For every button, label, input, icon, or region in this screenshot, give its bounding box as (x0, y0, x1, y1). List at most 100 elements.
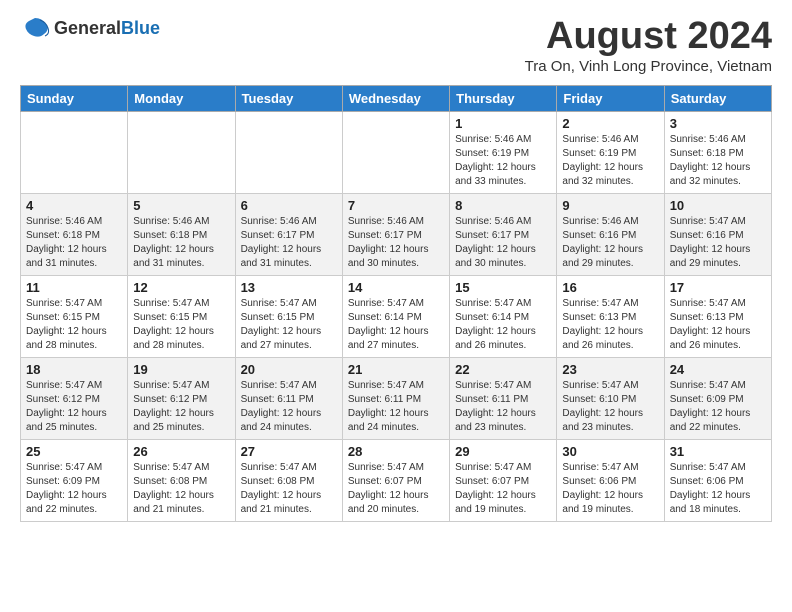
day-info: Sunrise: 5:47 AM Sunset: 6:11 PM Dayligh… (241, 379, 337, 435)
day-info: Sunrise: 5:47 AM Sunset: 6:14 PM Dayligh… (455, 297, 551, 353)
logo: GeneralBlue (20, 16, 160, 40)
day-info: Sunrise: 5:46 AM Sunset: 6:17 PM Dayligh… (241, 215, 337, 271)
day-cell: 18Sunrise: 5:47 AM Sunset: 6:12 PM Dayli… (21, 357, 128, 439)
day-cell: 4 Sunrise: 5:46 AM Sunset: 6:18 PM Daylig… (21, 193, 128, 275)
day-info: Sunrise: 5:47 AM Sunset: 6:15 PM Dayligh… (241, 297, 337, 353)
day-info: Sunrise: 5:46 AM Sunset: 6:16 PM Dayligh… (562, 215, 658, 271)
day-info: Sunrise: 5:46 AM Sunset: 6:18 PM Dayligh… (26, 215, 122, 271)
day-cell (235, 111, 342, 193)
day-info: Sunrise: 5:47 AM Sunset: 6:13 PM Dayligh… (562, 297, 658, 353)
day-number: 22 (455, 362, 551, 377)
day-cell: 3 Sunrise: 5:46 AM Sunset: 6:18 PM Daylig… (664, 111, 771, 193)
day-number: 6 (241, 198, 337, 213)
day-number: 27 (241, 444, 337, 459)
day-number: 8 (455, 198, 551, 213)
week-row-4: 18Sunrise: 5:47 AM Sunset: 6:12 PM Dayli… (21, 357, 772, 439)
col-wednesday: Wednesday (342, 85, 449, 111)
day-number: 2 (562, 116, 658, 131)
day-cell: 19Sunrise: 5:47 AM Sunset: 6:12 PM Dayli… (128, 357, 235, 439)
day-number: 23 (562, 362, 658, 377)
day-number: 25 (26, 444, 122, 459)
day-number: 21 (348, 362, 444, 377)
day-info: Sunrise: 5:46 AM Sunset: 6:18 PM Dayligh… (133, 215, 229, 271)
day-info: Sunrise: 5:47 AM Sunset: 6:07 PM Dayligh… (348, 461, 444, 517)
day-info: Sunrise: 5:47 AM Sunset: 6:06 PM Dayligh… (562, 461, 658, 517)
day-number: 20 (241, 362, 337, 377)
col-saturday: Saturday (664, 85, 771, 111)
day-cell: 15 Sunrise: 5:47 AM Sunset: 6:14 PM Dayli… (450, 275, 557, 357)
day-info: Sunrise: 5:46 AM Sunset: 6:17 PM Dayligh… (455, 215, 551, 271)
day-cell: 30 Sunrise: 5:47 AM Sunset: 6:06 PM Dayli… (557, 439, 664, 521)
day-info: Sunrise: 5:47 AM Sunset: 6:15 PM Dayligh… (133, 297, 229, 353)
day-number: 11 (26, 280, 122, 295)
day-info: Sunrise: 5:47 AM Sunset: 6:11 PM Dayligh… (455, 379, 551, 435)
col-friday: Friday (557, 85, 664, 111)
day-number: 26 (133, 444, 229, 459)
col-thursday: Thursday (450, 85, 557, 111)
day-cell: 31Sunrise: 5:47 AM Sunset: 6:06 PM Dayli… (664, 439, 771, 521)
week-row-2: 4 Sunrise: 5:46 AM Sunset: 6:18 PM Daylig… (21, 193, 772, 275)
day-info: Sunrise: 5:47 AM Sunset: 6:14 PM Dayligh… (348, 297, 444, 353)
calendar-header-row: Sunday Monday Tuesday Wednesday Thursday… (21, 85, 772, 111)
day-cell: 9Sunrise: 5:46 AM Sunset: 6:16 PM Daylig… (557, 193, 664, 275)
day-info: Sunrise: 5:47 AM Sunset: 6:15 PM Dayligh… (26, 297, 122, 353)
day-cell: 27Sunrise: 5:47 AM Sunset: 6:08 PM Dayli… (235, 439, 342, 521)
day-cell: 28 Sunrise: 5:47 AM Sunset: 6:07 PM Dayli… (342, 439, 449, 521)
logo-text: GeneralBlue (54, 18, 160, 39)
day-number: 14 (348, 280, 444, 295)
day-number: 17 (670, 280, 766, 295)
day-number: 12 (133, 280, 229, 295)
week-row-3: 11 Sunrise: 5:47 AM Sunset: 6:15 PM Dayli… (21, 275, 772, 357)
day-cell: 25 Sunrise: 5:47 AM Sunset: 6:09 PM Dayli… (21, 439, 128, 521)
day-cell: 6 Sunrise: 5:46 AM Sunset: 6:17 PM Daylig… (235, 193, 342, 275)
day-info: Sunrise: 5:47 AM Sunset: 6:12 PM Dayligh… (133, 379, 229, 435)
day-cell: 5Sunrise: 5:46 AM Sunset: 6:18 PM Daylig… (128, 193, 235, 275)
day-number: 15 (455, 280, 551, 295)
day-cell: 14 Sunrise: 5:47 AM Sunset: 6:14 PM Dayli… (342, 275, 449, 357)
day-info: Sunrise: 5:46 AM Sunset: 6:19 PM Dayligh… (562, 133, 658, 189)
day-number: 4 (26, 198, 122, 213)
day-cell: 24 Sunrise: 5:47 AM Sunset: 6:09 PM Dayli… (664, 357, 771, 439)
logo-icon (20, 16, 50, 40)
day-info: Sunrise: 5:47 AM Sunset: 6:08 PM Dayligh… (133, 461, 229, 517)
day-number: 7 (348, 198, 444, 213)
day-cell: 26 Sunrise: 5:47 AM Sunset: 6:08 PM Dayli… (128, 439, 235, 521)
day-cell: 21Sunrise: 5:47 AM Sunset: 6:11 PM Dayli… (342, 357, 449, 439)
day-number: 30 (562, 444, 658, 459)
day-cell: 23 Sunrise: 5:47 AM Sunset: 6:10 PM Dayli… (557, 357, 664, 439)
day-cell: 29 Sunrise: 5:47 AM Sunset: 6:07 PM Dayli… (450, 439, 557, 521)
day-info: Sunrise: 5:46 AM Sunset: 6:18 PM Dayligh… (670, 133, 766, 189)
day-info: Sunrise: 5:47 AM Sunset: 6:13 PM Dayligh… (670, 297, 766, 353)
day-info: Sunrise: 5:47 AM Sunset: 6:07 PM Dayligh… (455, 461, 551, 517)
day-cell: 1 Sunrise: 5:46 AM Sunset: 6:19 PM Daylig… (450, 111, 557, 193)
col-monday: Monday (128, 85, 235, 111)
day-number: 3 (670, 116, 766, 131)
month-year: August 2024 (525, 16, 772, 58)
day-cell: 12 Sunrise: 5:47 AM Sunset: 6:15 PM Dayli… (128, 275, 235, 357)
day-cell (21, 111, 128, 193)
day-info: Sunrise: 5:47 AM Sunset: 6:09 PM Dayligh… (26, 461, 122, 517)
day-info: Sunrise: 5:46 AM Sunset: 6:17 PM Dayligh… (348, 215, 444, 271)
day-cell: 20 Sunrise: 5:47 AM Sunset: 6:11 PM Dayli… (235, 357, 342, 439)
day-info: Sunrise: 5:47 AM Sunset: 6:16 PM Dayligh… (670, 215, 766, 271)
day-number: 28 (348, 444, 444, 459)
day-info: Sunrise: 5:46 AM Sunset: 6:19 PM Dayligh… (455, 133, 551, 189)
col-tuesday: Tuesday (235, 85, 342, 111)
week-row-5: 25 Sunrise: 5:47 AM Sunset: 6:09 PM Dayli… (21, 439, 772, 521)
day-number: 1 (455, 116, 551, 131)
col-sunday: Sunday (21, 85, 128, 111)
day-info: Sunrise: 5:47 AM Sunset: 6:10 PM Dayligh… (562, 379, 658, 435)
day-number: 16 (562, 280, 658, 295)
day-number: 29 (455, 444, 551, 459)
day-info: Sunrise: 5:47 AM Sunset: 6:12 PM Dayligh… (26, 379, 122, 435)
day-cell: 2 Sunrise: 5:46 AM Sunset: 6:19 PM Daylig… (557, 111, 664, 193)
day-cell: 13 Sunrise: 5:47 AM Sunset: 6:15 PM Dayli… (235, 275, 342, 357)
day-cell: 10Sunrise: 5:47 AM Sunset: 6:16 PM Dayli… (664, 193, 771, 275)
day-cell: 7 Sunrise: 5:46 AM Sunset: 6:17 PM Daylig… (342, 193, 449, 275)
day-cell (128, 111, 235, 193)
day-number: 13 (241, 280, 337, 295)
location: Tra On, Vinh Long Province, Vietnam (525, 58, 772, 75)
day-info: Sunrise: 5:47 AM Sunset: 6:09 PM Dayligh… (670, 379, 766, 435)
day-cell: 8 Sunrise: 5:46 AM Sunset: 6:17 PM Daylig… (450, 193, 557, 275)
day-number: 24 (670, 362, 766, 377)
